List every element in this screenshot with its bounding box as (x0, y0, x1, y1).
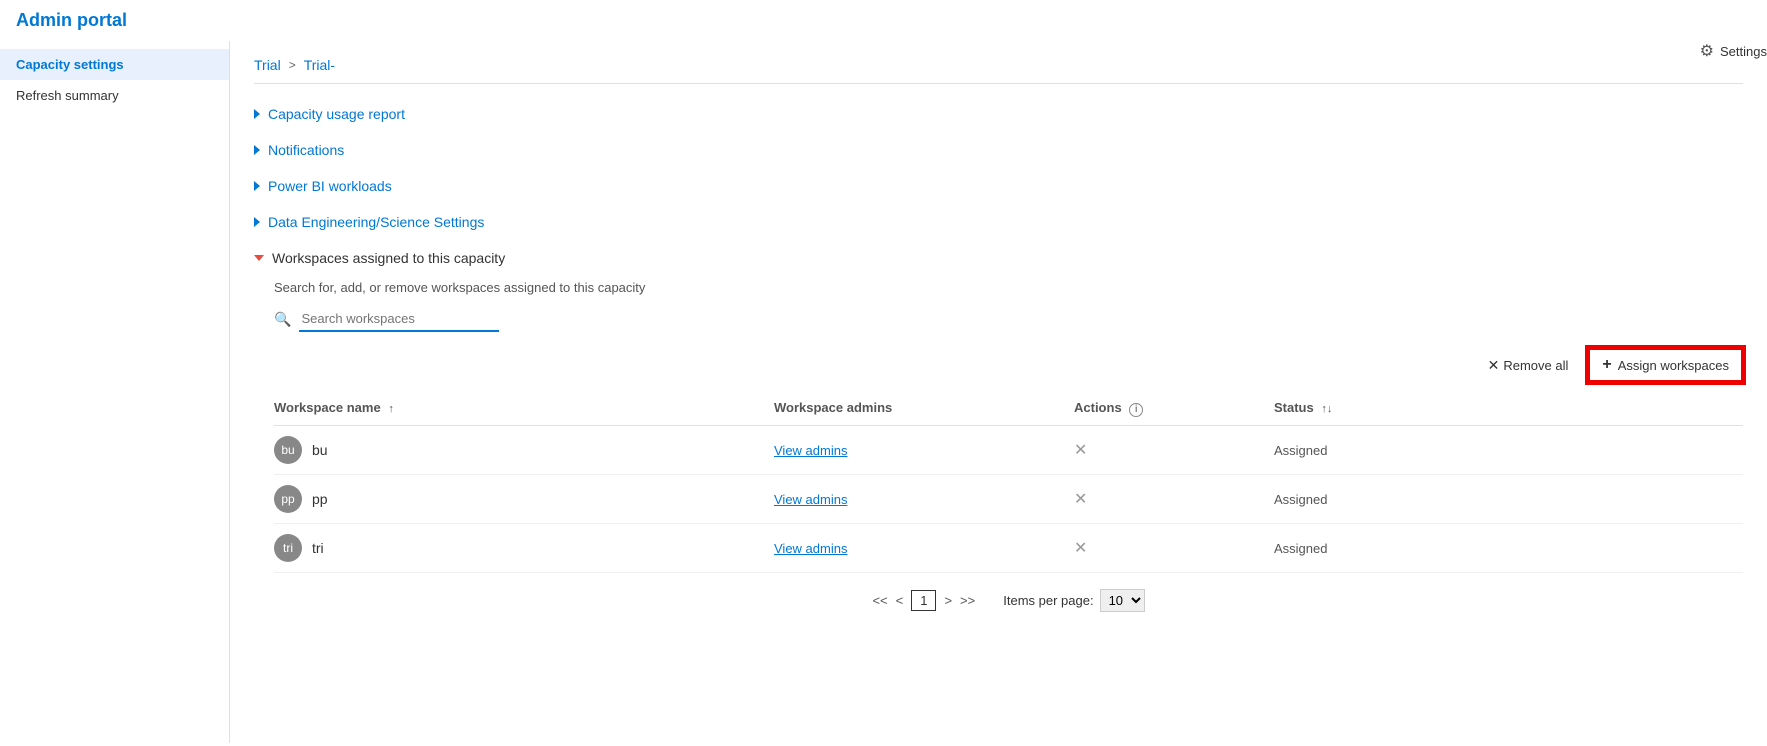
breadcrumb-trial-sub: Trial- (304, 57, 335, 73)
status-cell: Assigned (1274, 540, 1474, 556)
workspace-admins-cell: View admins (774, 442, 1074, 458)
chevron-right-icon (254, 109, 260, 119)
col-status: Status ↑↓ (1274, 400, 1474, 417)
workspace-name-cell: tri tri (274, 534, 774, 562)
breadcrumb-separator: > (289, 58, 296, 72)
items-per-page-select[interactable]: 10 20 50 (1100, 589, 1145, 612)
sidebar-item-refresh-summary[interactable]: Refresh summary (0, 80, 229, 111)
assign-workspaces-button[interactable]: + Assign workspaces (1588, 348, 1743, 382)
items-per-page: Items per page: 10 20 50 (1003, 589, 1144, 612)
status-badge: Assigned (1274, 492, 1327, 507)
chevron-right-icon (254, 145, 260, 155)
first-page-button[interactable]: << (872, 593, 887, 608)
section-workspaces[interactable]: Workspaces assigned to this capacity (254, 240, 1743, 276)
status-badge: Assigned (1274, 443, 1327, 458)
sort-status-icon[interactable]: ↑↓ (1321, 403, 1332, 415)
gear-icon: ⚙ (1700, 41, 1714, 61)
table-row: tri tri View admins ✕ Assigned (274, 524, 1743, 573)
workspaces-table: Workspace name ↑ Workspace admins Action… (274, 392, 1743, 612)
settings-button[interactable]: ⚙ Settings (1700, 41, 1767, 61)
plus-icon: + (1602, 356, 1611, 374)
table-row: pp pp View admins ✕ Assigned (274, 475, 1743, 524)
col-actions: Actions i (1074, 400, 1274, 417)
avatar: tri (274, 534, 302, 562)
workspace-admins-cell: View admins (774, 491, 1074, 507)
current-page: 1 (911, 590, 936, 611)
workspaces-expanded: Search for, add, or remove workspaces as… (254, 276, 1743, 620)
view-admins-link[interactable]: View admins (774, 541, 847, 556)
workspace-name-cell: bu bu (274, 436, 774, 464)
remove-workspace-button[interactable]: ✕ (1074, 442, 1087, 459)
workspace-admins-cell: View admins (774, 540, 1074, 556)
sidebar: Capacity settings Refresh summary (0, 41, 230, 743)
section-notifications[interactable]: Notifications (254, 132, 1743, 168)
avatar: pp (274, 485, 302, 513)
remove-all-button[interactable]: ✕ Remove all (1488, 357, 1569, 374)
pagination: << < 1 > >> Items per page: 10 20 50 (274, 589, 1743, 612)
breadcrumb: Trial > Trial- ⚙ Settings (254, 57, 1743, 84)
workspaces-description: Search for, add, or remove workspaces as… (274, 280, 1743, 295)
sort-name-icon[interactable]: ↑ (388, 403, 394, 415)
chevron-right-icon (254, 181, 260, 191)
avatar: bu (274, 436, 302, 464)
col-workspace-admins: Workspace admins (774, 400, 1074, 417)
action-cell: ✕ (1074, 489, 1274, 509)
last-page-button[interactable]: >> (960, 593, 975, 608)
app-header: Admin portal (0, 0, 1767, 41)
action-cell: ✕ (1074, 538, 1274, 558)
table-actions: ✕ Remove all + Assign workspaces (274, 348, 1743, 382)
table-row: bu bu View admins ✕ Assigned (274, 426, 1743, 475)
chevron-right-icon (254, 217, 260, 227)
breadcrumb-trial[interactable]: Trial (254, 57, 281, 73)
table-header: Workspace name ↑ Workspace admins Action… (274, 392, 1743, 426)
status-badge: Assigned (1274, 541, 1327, 556)
search-bar-container: 🔍 (274, 307, 1743, 332)
search-input[interactable] (299, 307, 499, 332)
status-cell: Assigned (1274, 442, 1474, 458)
main-content: Trial > Trial- ⚙ Settings Capacity usage… (230, 41, 1767, 743)
next-page-button[interactable]: > (944, 593, 952, 608)
remove-workspace-button[interactable]: ✕ (1074, 540, 1087, 557)
close-icon: ✕ (1488, 357, 1500, 374)
sidebar-item-capacity-settings[interactable]: Capacity settings (0, 49, 229, 80)
section-power-bi[interactable]: Power BI workloads (254, 168, 1743, 204)
section-data-engineering[interactable]: Data Engineering/Science Settings (254, 204, 1743, 240)
actions-info-icon[interactable]: i (1129, 403, 1143, 417)
search-icon: 🔍 (274, 311, 291, 328)
view-admins-link[interactable]: View admins (774, 443, 847, 458)
remove-workspace-button[interactable]: ✕ (1074, 491, 1087, 508)
view-admins-link[interactable]: View admins (774, 492, 847, 507)
section-capacity-usage[interactable]: Capacity usage report (254, 96, 1743, 132)
col-workspace-name: Workspace name ↑ (274, 400, 774, 417)
action-cell: ✕ (1074, 440, 1274, 460)
status-cell: Assigned (1274, 491, 1474, 507)
workspace-name-cell: pp pp (274, 485, 774, 513)
prev-page-button[interactable]: < (896, 593, 904, 608)
chevron-down-icon (254, 255, 264, 261)
